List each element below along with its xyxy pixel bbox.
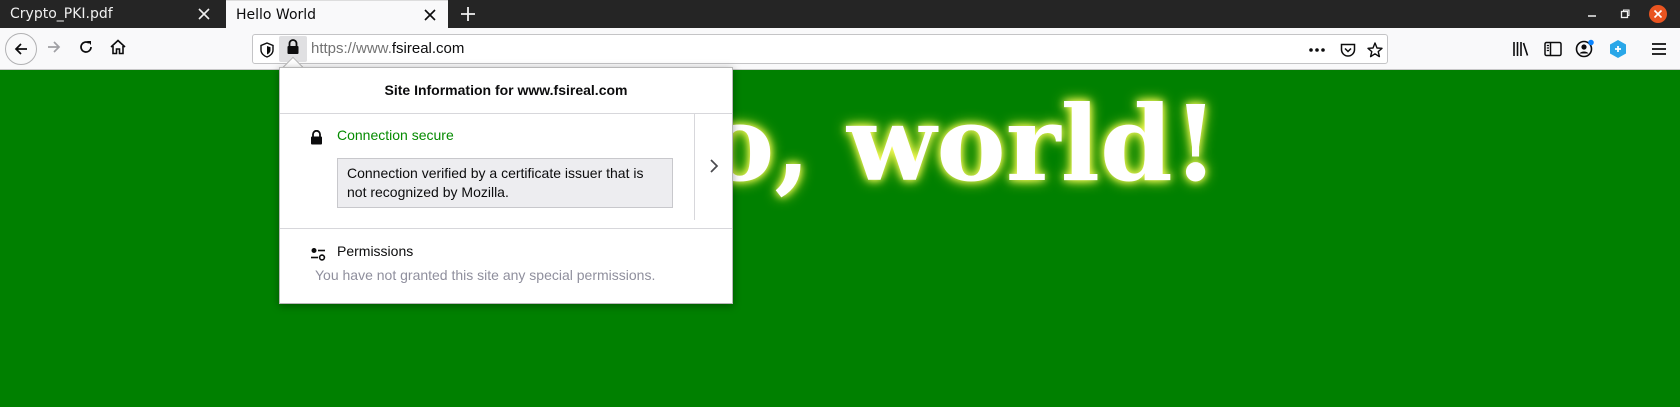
permissions-label: Permissions — [337, 243, 414, 259]
tab-close-icon[interactable] — [420, 5, 440, 25]
restore-icon[interactable] — [1615, 4, 1635, 24]
tab-label: Crypto_PKI.pdf — [10, 6, 113, 22]
pocket-icon[interactable] — [1337, 39, 1359, 61]
account-icon[interactable] — [1574, 38, 1596, 60]
new-tab-icon[interactable] — [456, 2, 480, 26]
menu-icon[interactable] — [1648, 38, 1670, 60]
home-icon — [109, 38, 127, 60]
minimize-icon[interactable] — [1582, 4, 1602, 24]
connection-status: Connection secure — [337, 127, 454, 143]
page-actions-icon[interactable] — [1306, 39, 1328, 61]
tab-crypto-pki[interactable]: Crypto_PKI.pdf — [0, 0, 222, 28]
bookmark-star-icon[interactable] — [1364, 39, 1386, 61]
extension-icon[interactable] — [1607, 38, 1629, 60]
permissions-text: You have not granted this site any speci… — [315, 267, 656, 283]
reload-button[interactable] — [70, 33, 102, 65]
window-close-icon[interactable] — [1648, 4, 1668, 24]
tab-hello-world[interactable]: Hello World — [226, 0, 448, 28]
nav-bar: https://www.fsireal.com — [0, 28, 1680, 70]
forward-button[interactable] — [38, 33, 70, 65]
connection-details-button[interactable] — [694, 114, 732, 220]
page-heading: Hello, world! — [461, 82, 1219, 205]
url-bar[interactable]: https://www.fsireal.com — [252, 34, 1388, 64]
sidebar-icon[interactable] — [1542, 38, 1564, 60]
tracking-protection-icon[interactable] — [256, 39, 278, 61]
url-domain: fsireal.com — [391, 40, 465, 57]
url-prefix: https://www. — [311, 40, 392, 57]
tab-close-icon[interactable] — [194, 4, 214, 24]
reload-icon — [78, 39, 94, 59]
tab-strip: Crypto_PKI.pdf Hello World — [0, 0, 1680, 28]
back-button[interactable] — [5, 33, 37, 65]
permissions-icon — [310, 246, 326, 265]
divider — [280, 228, 732, 229]
connection-section: Connection secure Connection verified by… — [280, 114, 732, 228]
library-icon[interactable] — [1510, 38, 1532, 60]
url-text[interactable]: https://www.fsireal.com — [311, 35, 464, 63]
forward-icon — [46, 39, 62, 59]
home-button[interactable] — [102, 33, 134, 65]
back-icon — [5, 33, 37, 65]
lock-icon — [310, 129, 323, 149]
site-information-panel: Site Information for www.fsireal.com Con… — [279, 67, 733, 304]
connection-note: Connection verified by a certificate iss… — [337, 158, 673, 208]
chevron-right-icon — [709, 158, 719, 177]
tab-label: Hello World — [236, 6, 317, 23]
panel-title: Site Information for www.fsireal.com — [384, 82, 628, 98]
